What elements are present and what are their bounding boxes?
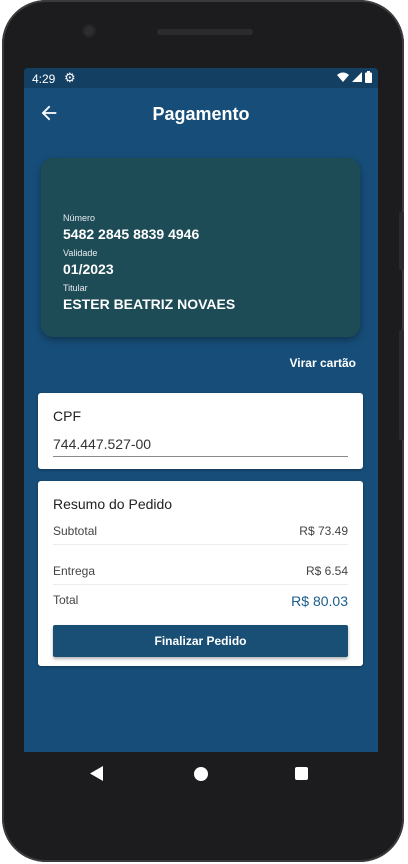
earpiece-speaker: [157, 29, 253, 35]
battery-icon: [365, 71, 372, 83]
delivery-label: Entrega: [53, 564, 96, 578]
summary-title: Resumo do Pedido: [53, 496, 173, 512]
status-time: 4:29: [32, 72, 56, 86]
status-icons: [337, 71, 372, 83]
app-bar: Pagamento: [24, 88, 378, 142]
total-value: R$ 80.03: [291, 593, 348, 609]
cpf-input[interactable]: [53, 431, 348, 457]
card-number-label: Número: [63, 213, 96, 223]
total-label: Total: [53, 593, 79, 607]
subtotal-row: Subtotal R$ 73.49: [53, 524, 348, 544]
triangle-back-icon[interactable]: [90, 766, 104, 781]
volume-button: [399, 330, 404, 440]
card-expiry: 01/2023: [63, 261, 114, 277]
signal-icon: [352, 71, 362, 82]
square-recents-icon[interactable]: [295, 767, 308, 780]
flip-card-button[interactable]: Virar cartão: [290, 356, 357, 370]
delivery-value: R$ 6.54: [305, 564, 348, 578]
card-holder: ESTER BEATRIZ NOVAES: [63, 296, 236, 312]
front-camera: [84, 26, 94, 36]
gear-icon: ⚙: [64, 70, 76, 85]
divider: [53, 544, 348, 545]
page-title: Pagamento: [152, 104, 250, 124]
card-number: 5482 2845 8839 4946: [63, 226, 200, 242]
cpf-card: CPF: [38, 393, 363, 469]
status-bar: 4:29 ⚙: [24, 68, 378, 88]
wifi-icon: [337, 72, 349, 82]
card-holder-label: Titular: [63, 283, 88, 293]
cpf-label: CPF: [53, 408, 81, 424]
divider: [53, 584, 348, 585]
credit-card-preview[interactable]: Número 5482 2845 8839 4946 Validade 01/2…: [41, 158, 360, 337]
card-expiry-label: Validade: [63, 248, 98, 258]
order-summary-card: Resumo do Pedido Subtotal R$ 73.49 Entre…: [38, 481, 363, 666]
power-button: [399, 212, 404, 270]
finish-order-button[interactable]: Finalizar Pedido: [53, 625, 348, 657]
app-screen: 4:29 ⚙ Pagamento Número 5482 2845 8839 4…: [24, 68, 378, 752]
android-nav-bar: [24, 752, 378, 798]
subtotal-value: R$ 73.49: [299, 524, 348, 538]
subtotal-label: Subtotal: [53, 524, 98, 538]
delivery-row: Entrega R$ 6.54: [53, 564, 348, 584]
circle-home-icon[interactable]: [194, 767, 208, 781]
total-row: Total R$ 80.03: [53, 593, 348, 613]
